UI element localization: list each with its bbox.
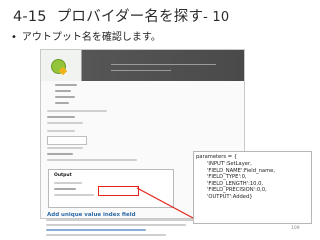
parameter-field: [47, 136, 87, 145]
text-line: [54, 188, 76, 190]
list-item: [55, 84, 77, 86]
text-line: [47, 147, 83, 149]
code-line: 'OUTPUT':Added}: [207, 193, 253, 200]
page-number: 109: [291, 226, 300, 231]
nav-bar-line: [111, 70, 171, 71]
qgis-logo-accent: [58, 66, 68, 76]
bullet-item: • アウトプット名を確認します。: [11, 28, 161, 43]
text-line: [54, 194, 94, 196]
text-line: [47, 130, 75, 132]
text-line: [47, 122, 83, 124]
text-line: [46, 229, 146, 231]
section-heading: Add unique value index field: [47, 212, 136, 218]
text-line: [46, 219, 196, 221]
code-callout: parameters = { 'INPUT':SetLayer, 'FIELD_…: [193, 151, 312, 224]
code-line: 'FIELD_LENGTH':10,0,: [207, 180, 264, 187]
nav-bar-line: [111, 64, 216, 65]
list-item: [55, 90, 71, 92]
text-line: [47, 116, 75, 118]
highlight-box: [98, 186, 139, 196]
list-item: [55, 102, 69, 104]
slide-number: 4-15: [13, 9, 47, 25]
code-line: 'INPUT':SetLayer,: [207, 161, 252, 167]
code-line: 'FIELD_NAME':Field_name,: [207, 167, 275, 174]
code-line: 'FIELD_TYPE':0,: [207, 174, 247, 181]
text-line: [47, 110, 107, 112]
output-label: Output: [54, 173, 72, 178]
code-params: 'INPUT':SetLayer, 'FIELD_NAME':Field_nam…: [207, 161, 275, 201]
slide-title: 4-15 プロバイダー名を探す- 10: [13, 5, 229, 26]
text-line: [46, 224, 186, 226]
bullet-text: アウトプット名を確認します。: [21, 32, 161, 43]
list-item: [55, 96, 75, 98]
text-line: [46, 234, 166, 236]
code-header: parameters = {: [196, 154, 238, 160]
text-line: [47, 153, 73, 155]
text-line: [47, 159, 137, 161]
bullet-symbol: •: [11, 32, 17, 43]
screenshot-header: [41, 50, 244, 81]
text-line: [54, 182, 82, 184]
code-line: 'FIELD_PRECISION':0,0,: [207, 187, 267, 194]
slide-title-text: プロバイダー名を探す: [56, 9, 204, 25]
slide-title-suffix: - 10: [203, 10, 230, 25]
